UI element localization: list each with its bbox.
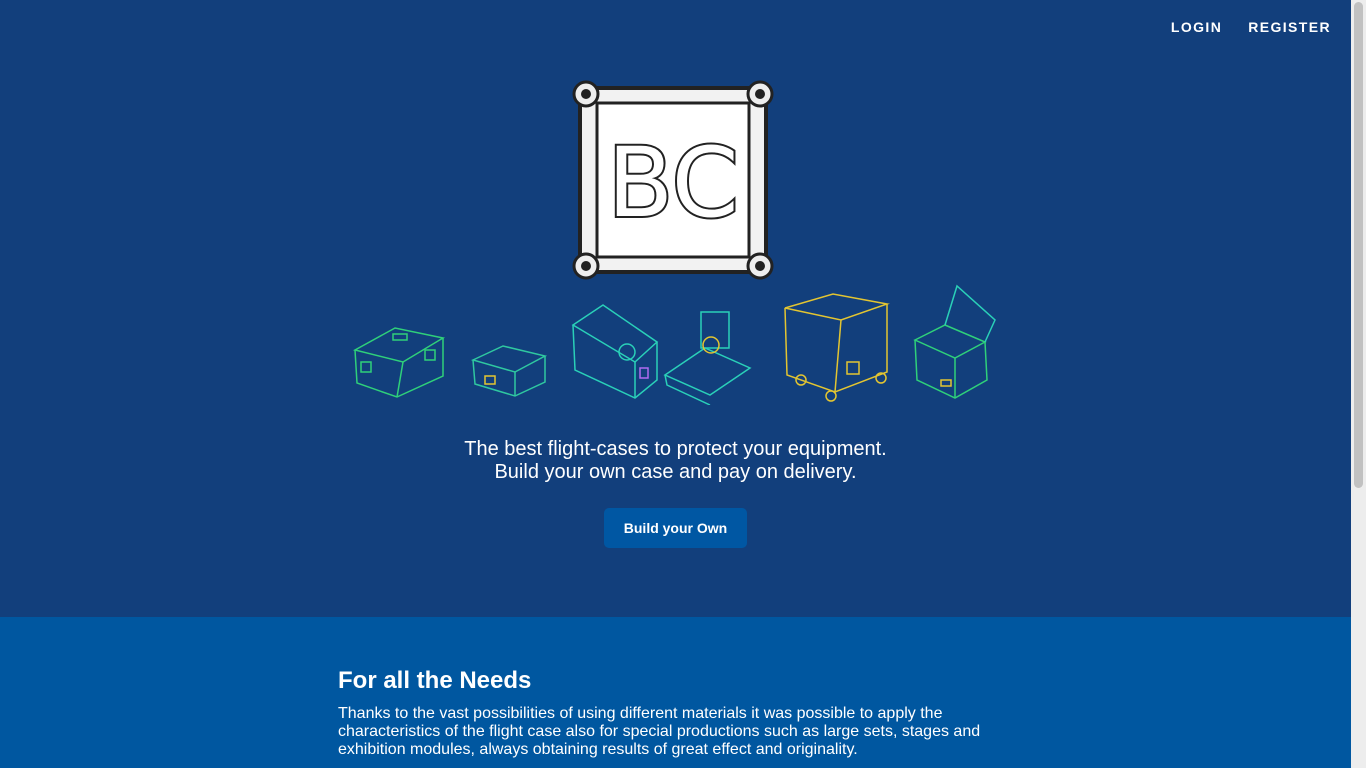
hero-tagline-line-1: The best flight-cases to protect your eq… bbox=[464, 438, 887, 460]
login-link[interactable]: LOGIN bbox=[1171, 19, 1222, 35]
case-large-green bbox=[352, 327, 446, 398]
register-link[interactable]: REGISTER bbox=[1248, 19, 1331, 35]
case-small-green bbox=[470, 345, 548, 397]
top-nav: LOGIN REGISTER bbox=[1171, 19, 1331, 35]
flight-cases-illustration bbox=[352, 284, 996, 405]
hero-tagline-line-2: Build your own case and pay on delivery. bbox=[494, 461, 857, 483]
case-device-teal bbox=[663, 311, 752, 405]
section-heading: For all the Needs bbox=[338, 667, 532, 694]
scrollbar-thumb[interactable] bbox=[1354, 2, 1363, 488]
brand-logo: BC bbox=[572, 80, 774, 280]
case-open-teal bbox=[571, 304, 659, 399]
section-body: Thanks to the vast possibilities of usin… bbox=[338, 705, 981, 758]
build-your-own-button[interactable]: Build your Own bbox=[604, 508, 747, 548]
logo-text: BC bbox=[607, 127, 738, 239]
case-lid-open-green bbox=[913, 284, 996, 399]
case-wheeled-yellow bbox=[784, 293, 890, 402]
vertical-scrollbar[interactable] bbox=[1351, 0, 1366, 768]
needs-section: For all the Needs Thanks to the vast pos… bbox=[0, 617, 1351, 768]
hero-section: LOGIN REGISTER BC The best flight-cases … bbox=[0, 0, 1351, 617]
